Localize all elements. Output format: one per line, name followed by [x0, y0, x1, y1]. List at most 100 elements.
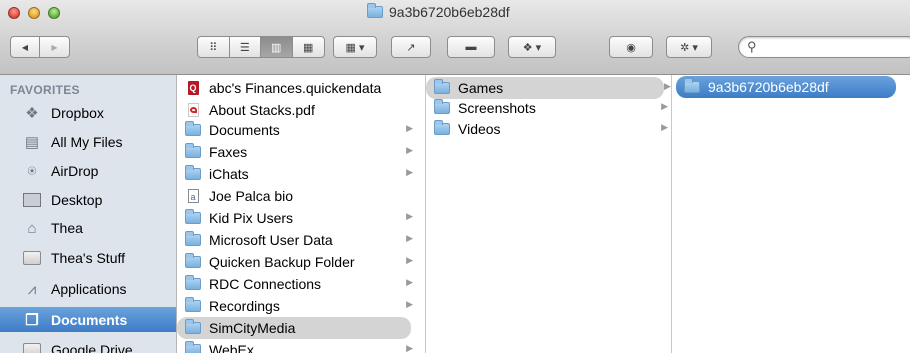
list-item[interactable]: About Stacks.pdf: [177, 99, 417, 121]
column-view-button[interactable]: ▥: [261, 37, 293, 57]
list-item[interactable]: WebEx ▶: [177, 339, 417, 353]
text-file-icon: a: [185, 189, 201, 203]
list-item[interactable]: Kid Pix Users ▶: [177, 207, 417, 229]
folder-icon: [434, 79, 450, 95]
list-item-simcitymedia[interactable]: SimCityMedia: [177, 317, 411, 339]
sidebar-item-all-my-files[interactable]: ▤ All My Files: [0, 130, 176, 154]
airdrop-icon: ⍟: [27, 162, 37, 180]
finder-window: 9a3b6720b6eb28df ◀ ▶ ⠿ ☰ ▥ ▦ ▦ ▾ ↗ ▬ ❖ ▾…: [0, 0, 910, 353]
disclosure-arrow-icon: ▶: [661, 101, 668, 111]
sidebar-item-google-drive[interactable]: Google Drive: [0, 338, 176, 353]
dropbox-icon: ❖ ▾: [522, 41, 542, 54]
back-button[interactable]: ◀: [11, 37, 41, 57]
folder-icon: [185, 121, 201, 137]
list-item-games[interactable]: Games: [426, 77, 664, 99]
tag-icon: ▬: [465, 41, 477, 53]
icon-view-button[interactable]: ⠿: [198, 37, 230, 57]
disclosure-arrow-icon: ▶: [664, 81, 671, 91]
sidebar-item-documents[interactable]: ❐ Documents: [0, 307, 176, 332]
window-title: 9a3b6720b6eb28df: [367, 3, 510, 21]
list-item[interactable]: Documents ▶: [177, 119, 417, 141]
column-documents: Q abc's Finances.quickendata About Stack…: [177, 75, 426, 353]
list-item[interactable]: Q abc's Finances.quickendata: [177, 77, 417, 99]
list-item[interactable]: a Joe Palca bio: [177, 185, 417, 207]
sidebar-item-label: Thea's Stuff: [51, 250, 126, 266]
gear-icon: ✲ ▾: [680, 41, 698, 54]
folder-icon: [434, 120, 450, 136]
icon-view-icon: ⠿: [209, 41, 218, 54]
sidebar-item-label: Thea: [51, 220, 83, 236]
folder-icon: [185, 209, 201, 225]
sidebar: FAVORITES ❖ Dropbox ▤ All My Files ⍟ Air…: [0, 75, 177, 353]
sidebar-item-label: Dropbox: [51, 105, 104, 121]
close-button[interactable]: [8, 7, 20, 19]
list-view-button[interactable]: ☰: [230, 37, 261, 57]
folder-icon: [684, 78, 700, 94]
sidebar-item-dropbox[interactable]: ❖ Dropbox: [0, 101, 176, 125]
action-button[interactable]: ✲ ▾: [666, 36, 712, 58]
all-files-icon: ▤: [24, 134, 40, 151]
sidebar-item-thea[interactable]: ⌂ Thea: [0, 216, 176, 240]
folder-icon: [367, 3, 383, 18]
disclosure-arrow-icon: ▶: [406, 145, 413, 155]
list-view-icon: ☰: [239, 41, 250, 54]
folder-icon: [185, 143, 201, 159]
share-icon: ↗: [406, 41, 416, 54]
search-field[interactable]: ⚲: [738, 36, 910, 58]
column-view-icon: ▥: [271, 41, 282, 54]
share-button[interactable]: ↗: [391, 36, 431, 58]
search-icon: ⚲: [747, 39, 757, 54]
back-forward-control: ◀ ▶: [10, 36, 70, 58]
minimize-button[interactable]: [28, 7, 40, 19]
sidebar-item-label: All My Files: [51, 134, 123, 150]
folder-icon: [185, 319, 201, 335]
list-item[interactable]: Recordings ▶: [177, 295, 417, 317]
disclosure-arrow-icon: ▶: [406, 167, 413, 177]
back-arrow-icon: ◀: [21, 42, 29, 52]
eye-icon: ◉: [626, 41, 636, 54]
sidebar-item-label: AirDrop: [51, 163, 99, 179]
home-icon: ⌂: [27, 219, 37, 237]
column-games: 9a3b6720b6eb28df: [672, 75, 910, 353]
pdf-file-icon: [185, 103, 201, 117]
list-item[interactable]: iChats ▶: [177, 163, 417, 185]
disclosure-arrow-icon: ▶: [406, 255, 413, 265]
disclosure-arrow-icon: ▶: [406, 211, 413, 221]
disclosure-arrow-icon: ▶: [661, 122, 668, 132]
documents-icon: ❐: [25, 311, 39, 329]
list-item[interactable]: Microsoft User Data ▶: [177, 229, 417, 251]
folder-icon: [434, 99, 450, 115]
sidebar-item-label: Documents: [51, 311, 128, 328]
quick-look-button[interactable]: ◉: [609, 36, 653, 58]
column-simcitymedia: Games Screenshots ▶ Videos ▶: [426, 75, 672, 353]
list-item[interactable]: RDC Connections ▶: [177, 273, 417, 295]
sidebar-item-label: Google Drive: [51, 342, 133, 353]
disclosure-arrow-icon: ▶: [406, 343, 413, 353]
coverflow-view-button[interactable]: ▦: [293, 37, 324, 57]
folder-icon: [185, 297, 201, 313]
zoom-button[interactable]: [48, 7, 60, 19]
tag-button[interactable]: ▬: [447, 36, 495, 58]
list-item[interactable]: Screenshots ▶: [426, 97, 671, 119]
list-item[interactable]: Faxes ▶: [177, 141, 417, 163]
folder-icon: [185, 341, 201, 353]
sidebar-item-desktop[interactable]: Desktop: [0, 188, 176, 212]
folder-icon: [185, 165, 201, 181]
forward-arrow-icon: ▶: [51, 42, 58, 52]
sidebar-item-airdrop[interactable]: ⍟ AirDrop: [0, 159, 176, 183]
list-item[interactable]: Quicken Backup Folder ▶: [177, 251, 417, 273]
list-item-selected-folder[interactable]: 9a3b6720b6eb28df: [676, 76, 896, 98]
window-title-text: 9a3b6720b6eb28df: [389, 4, 510, 20]
arrange-button[interactable]: ▦ ▾: [333, 36, 377, 58]
desktop-icon: [22, 191, 42, 209]
sidebar-item-theas-stuff[interactable]: Thea's Stuff: [0, 246, 176, 270]
disclosure-arrow-icon: ▶: [406, 233, 413, 243]
folder-icon: [185, 275, 201, 291]
dropbox-button[interactable]: ❖ ▾: [508, 36, 556, 58]
forward-button[interactable]: ▶: [40, 37, 69, 57]
toolbar: 9a3b6720b6eb28df ◀ ▶ ⠿ ☰ ▥ ▦ ▦ ▾ ↗ ▬ ❖ ▾…: [0, 0, 910, 75]
disclosure-arrow-icon: ▶: [406, 123, 413, 133]
list-item[interactable]: Videos ▶: [426, 118, 671, 140]
disclosure-arrow-icon: ▶: [406, 277, 413, 287]
sidebar-item-applications[interactable]: ⩘ Applications: [0, 277, 176, 301]
